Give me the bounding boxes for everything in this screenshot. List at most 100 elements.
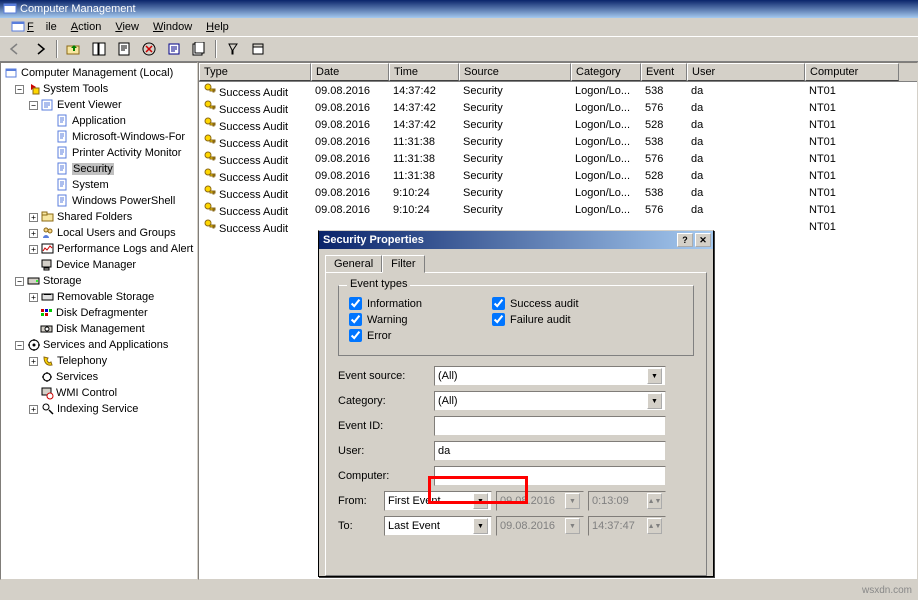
key-icon [203, 184, 217, 198]
drop-category[interactable]: (All)▼ [434, 391, 666, 411]
ck-failure-audit[interactable] [492, 313, 505, 326]
lbl-event-source: Event source: [338, 370, 434, 382]
tree-devmgr[interactable]: Device Manager [3, 257, 195, 273]
table-row[interactable]: Success Audit09.08.201614:37:42SecurityL… [199, 116, 917, 133]
col-source[interactable]: Source [459, 63, 571, 81]
highlight-box [428, 476, 528, 504]
tree-powershell[interactable]: Windows PowerShell [3, 193, 195, 209]
lbl-to: To: [338, 520, 384, 532]
menu-file[interactable]: File [21, 20, 63, 34]
tab-filter[interactable]: Filter [382, 255, 424, 273]
dialog-close-button[interactable]: ✕ [695, 233, 711, 247]
tree-services-apps[interactable]: −Services and Applications [3, 337, 195, 353]
titlebar: Computer Management [0, 0, 918, 18]
table-row[interactable]: Success Audit09.08.201614:37:42SecurityL… [199, 82, 917, 99]
help-button[interactable] [188, 38, 210, 60]
app-icon [3, 2, 17, 16]
tree-services[interactable]: Services [3, 369, 195, 385]
spinner-icon: ▲▼ [647, 493, 662, 509]
ck-warning[interactable] [349, 313, 362, 326]
watermark: wsxdn.com [862, 585, 912, 596]
table-row[interactable]: Success Audit09.08.201611:31:38SecurityL… [199, 150, 917, 167]
lbl-event-id: Event ID: [338, 420, 434, 432]
tab-general[interactable]: General [325, 255, 382, 272]
drop-to[interactable]: Last Event▼ [384, 516, 492, 536]
menu-window[interactable]: Window [147, 20, 198, 34]
col-time[interactable]: Time [389, 63, 459, 81]
lbl-from: From: [338, 495, 384, 507]
delete-button[interactable] [138, 38, 160, 60]
col-date[interactable]: Date [311, 63, 389, 81]
ck-error[interactable] [349, 329, 362, 342]
table-row[interactable]: Success Audit09.08.20169:10:24SecurityLo… [199, 201, 917, 218]
input-user[interactable] [434, 441, 666, 461]
tree-localusers[interactable]: +Local Users and Groups [3, 225, 195, 241]
tree-security[interactable]: Security [3, 161, 195, 177]
extra2-button[interactable] [247, 38, 269, 60]
menu-view[interactable]: View [109, 20, 145, 34]
tree-application[interactable]: Application [3, 113, 195, 129]
extra1-button[interactable] [222, 38, 244, 60]
key-icon [203, 150, 217, 164]
tree-panel: Computer Management (Local) −System Tool… [0, 62, 198, 580]
col-computer[interactable]: Computer [805, 63, 899, 81]
tree-telephony[interactable]: +Telephony [3, 353, 195, 369]
forward-button[interactable] [29, 38, 51, 60]
menu-help[interactable]: Help [200, 20, 235, 34]
tree-perf[interactable]: +Performance Logs and Alert [3, 241, 195, 257]
tree-indexing[interactable]: +Indexing Service [3, 401, 195, 417]
drop-to-date: 09.08.2016▼ [496, 516, 584, 536]
tree-defrag[interactable]: Disk Defragmenter [3, 305, 195, 321]
up-button[interactable] [63, 38, 85, 60]
lbl-computer: Computer: [338, 470, 434, 482]
dialog-titlebar: Security Properties ? ✕ [319, 231, 713, 249]
input-event-id[interactable] [434, 416, 666, 436]
menu-action[interactable]: Action [65, 20, 108, 34]
ck-success-audit[interactable] [492, 297, 505, 310]
properties-button[interactable] [113, 38, 135, 60]
dialog-title: Security Properties [323, 234, 675, 246]
key-icon [203, 116, 217, 130]
back-button[interactable] [4, 38, 26, 60]
refresh-button[interactable] [163, 38, 185, 60]
tree-removable[interactable]: +Removable Storage [3, 289, 195, 305]
table-row[interactable]: Success Audit09.08.201611:31:38SecurityL… [199, 133, 917, 150]
col-type[interactable]: Type [199, 63, 311, 81]
chevron-down-icon: ▼ [565, 493, 580, 509]
tree-systools[interactable]: −System Tools [3, 81, 195, 97]
properties-dialog: Security Properties ? ✕ General Filter I… [318, 230, 714, 577]
window-title: Computer Management [20, 3, 136, 15]
key-icon [203, 201, 217, 215]
table-row[interactable]: Success Audit09.08.201611:31:38SecurityL… [199, 167, 917, 184]
tree-printer[interactable]: Printer Activity Monitor [3, 145, 195, 161]
col-event[interactable]: Event [641, 63, 687, 81]
col-category[interactable]: Category [571, 63, 641, 81]
menubar: File Action View Window Help [0, 18, 918, 36]
chevron-down-icon: ▼ [565, 518, 580, 534]
drop-event-source[interactable]: (All)▼ [434, 366, 666, 386]
tree-mswindows[interactable]: Microsoft-Windows-For [3, 129, 195, 145]
tree-diskmgmt[interactable]: Disk Management [3, 321, 195, 337]
dialog-help-button[interactable]: ? [677, 233, 693, 247]
drop-from-time: 0:13:09▲▼ [588, 491, 666, 511]
key-icon [203, 218, 217, 232]
lbl-category: Category: [338, 395, 434, 407]
toolbar [0, 36, 918, 62]
chevron-down-icon: ▼ [647, 393, 662, 409]
tree-eventviewer[interactable]: −Event Viewer [3, 97, 195, 113]
chevron-down-icon: ▼ [647, 368, 662, 384]
table-row[interactable]: Success Audit09.08.201614:37:42SecurityL… [199, 99, 917, 116]
drop-to-time: 14:37:47▲▼ [588, 516, 666, 536]
tree-system[interactable]: System [3, 177, 195, 193]
key-icon [203, 133, 217, 147]
tree-storage[interactable]: −Storage [3, 273, 195, 289]
col-user[interactable]: User [687, 63, 805, 81]
key-icon [203, 99, 217, 113]
ck-information[interactable] [349, 297, 362, 310]
tree-root[interactable]: Computer Management (Local) [3, 65, 195, 81]
tree-wmi[interactable]: WMI Control [3, 385, 195, 401]
table-row[interactable]: Success Audit09.08.20169:10:24SecurityLo… [199, 184, 917, 201]
tree-shared[interactable]: +Shared Folders [3, 209, 195, 225]
spinner-icon: ▲▼ [647, 518, 662, 534]
tree-button[interactable] [88, 38, 110, 60]
